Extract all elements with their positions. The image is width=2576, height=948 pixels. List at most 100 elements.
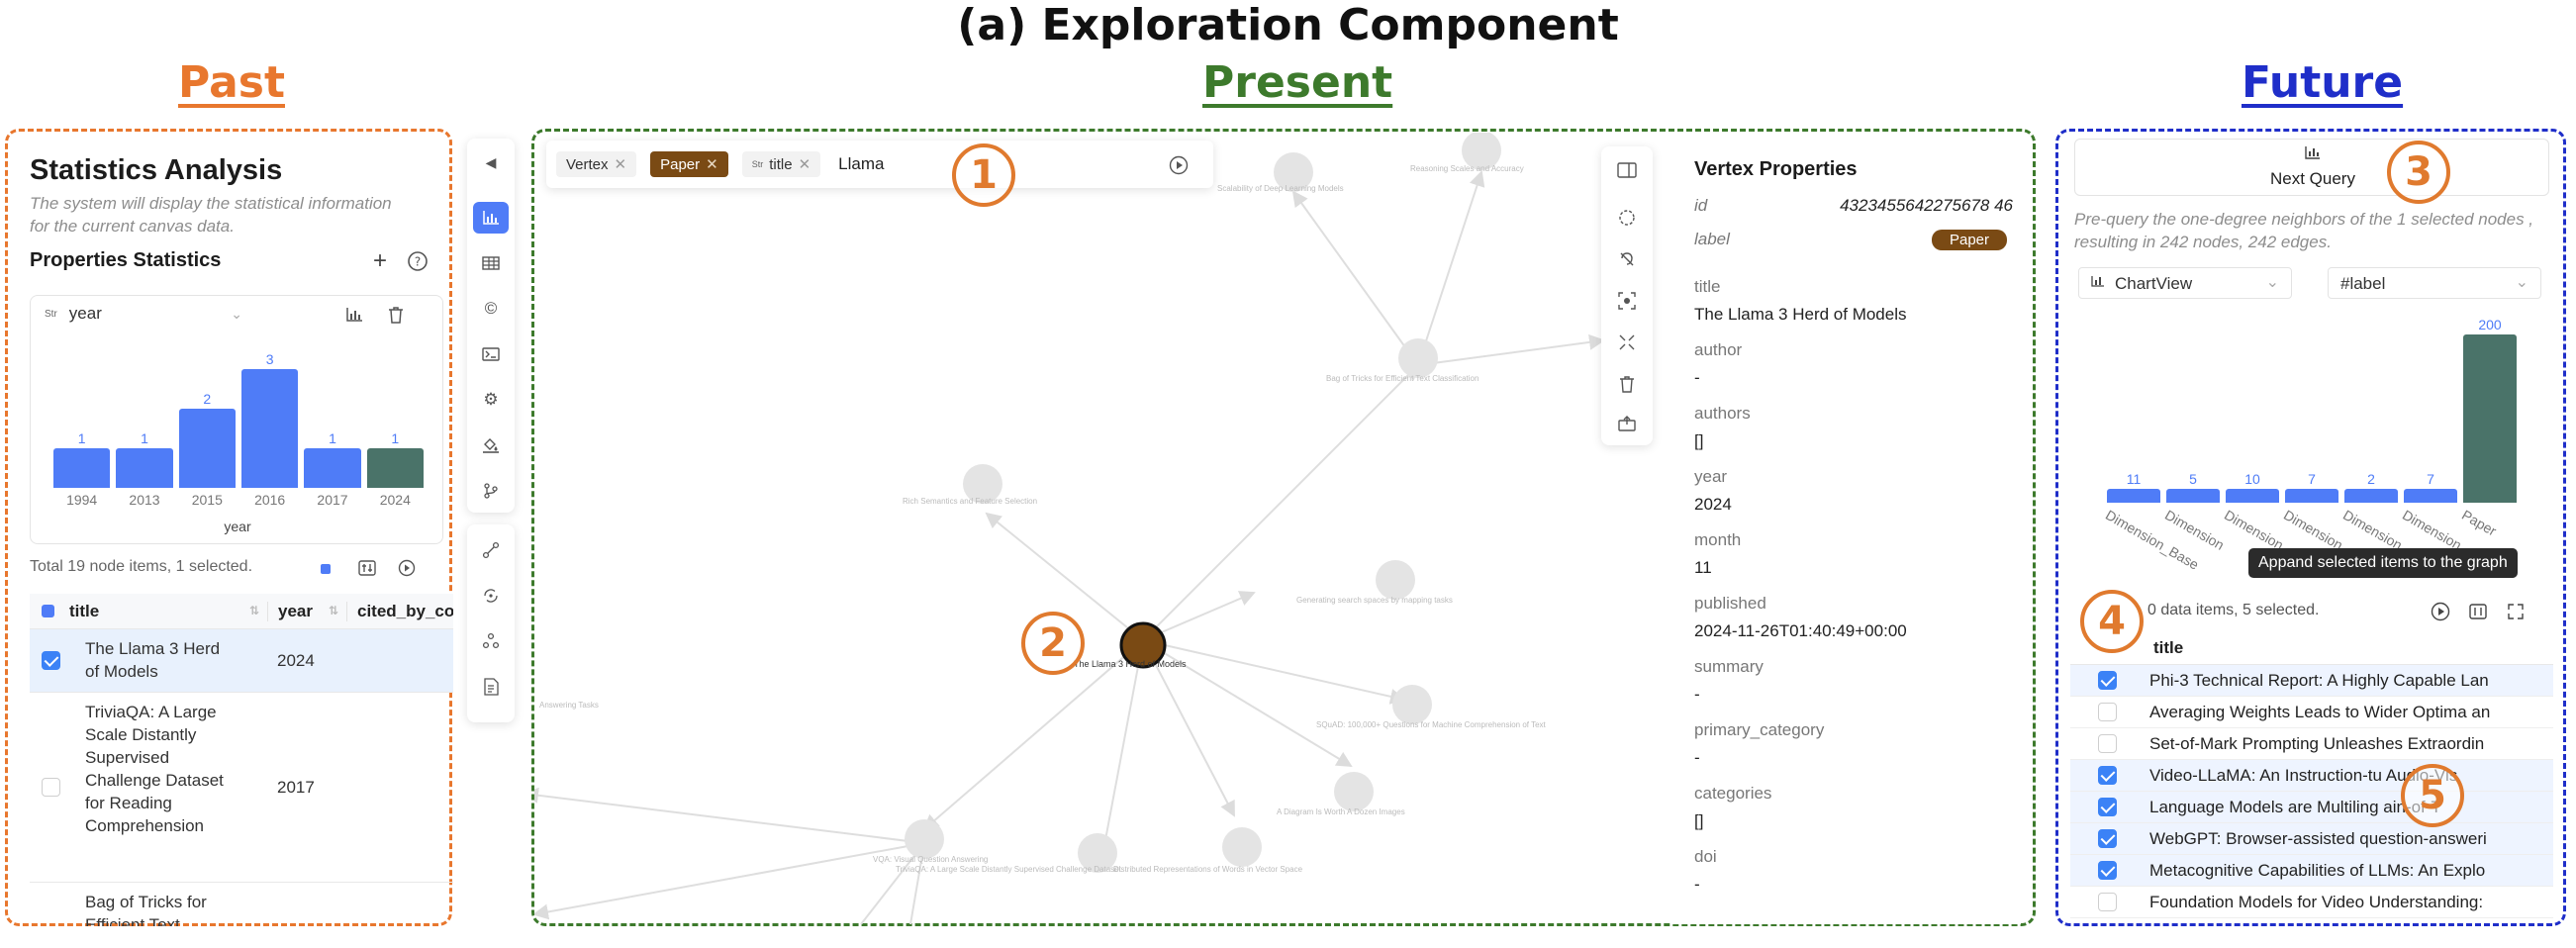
sort-icon[interactable]: ⇅	[329, 604, 338, 617]
table-row[interactable]: Averaging Weights Leads to Wider Optima …	[2070, 697, 2553, 728]
row-checkbox[interactable]	[42, 778, 60, 797]
statistics-view-icon[interactable]	[473, 202, 509, 234]
chart-bar[interactable]	[2107, 489, 2160, 503]
row-checkbox[interactable]	[2098, 829, 2117, 848]
chart-bar[interactable]	[2404, 489, 2457, 503]
edge	[534, 787, 925, 844]
run-query-icon[interactable]	[1166, 152, 1192, 178]
table-row[interactable]: TriviaQA: A Large Scale Distantly Superv…	[30, 693, 453, 883]
column-cited-by-count[interactable]: cited_by_cou	[346, 602, 453, 621]
row-checkbox[interactable]	[2098, 734, 2117, 753]
chart-bar[interactable]	[241, 369, 299, 488]
select-all-checkbox[interactable]	[42, 605, 54, 617]
row-checkbox[interactable]	[2098, 766, 2117, 785]
table-row[interactable]: Set-of-Mark Prompting Unleashes Extraord…	[2070, 728, 2553, 760]
table-row[interactable]: Bag of Tricks for Efficient Text 2016	[30, 883, 453, 926]
chart-bar[interactable]	[116, 448, 173, 488]
field-select[interactable]: Str year ⌄	[45, 304, 252, 324]
chart-bar[interactable]	[53, 448, 111, 488]
append-to-graph-icon[interactable]	[2429, 600, 2452, 623]
row-checkbox[interactable]	[2098, 798, 2117, 816]
chart-bar[interactable]	[2166, 489, 2220, 503]
table-row[interactable]: Metacognitive Capabilities of LLMs: An E…	[2070, 855, 2553, 887]
row-title: Language Models are Multiling ain-of-T	[2149, 798, 2441, 816]
graph-node[interactable]	[1334, 772, 1374, 811]
table-row[interactable]: Video-LLaMA: An Instruction-tu Audio-Vis	[2070, 760, 2553, 792]
query-text-input[interactable]: Llama	[838, 154, 884, 174]
paint-bucket-icon[interactable]	[473, 429, 509, 461]
chart-bar[interactable]	[366, 448, 424, 488]
chart-bar[interactable]	[2344, 489, 2398, 503]
terminal-icon[interactable]	[473, 338, 509, 370]
close-icon[interactable]: ✕	[799, 155, 811, 173]
column-settings-icon[interactable]	[354, 556, 380, 580]
chart-bar[interactable]	[2463, 334, 2517, 503]
row-checkbox[interactable]	[2098, 671, 2117, 690]
chart-bar[interactable]	[304, 448, 361, 488]
focus-icon[interactable]	[1609, 285, 1645, 317]
graph-node[interactable]	[1392, 685, 1432, 724]
table-row[interactable]: Language Models are Multiling ain-of-T	[2070, 792, 2553, 823]
play-icon[interactable]	[394, 556, 420, 580]
table-row[interactable]: WebGPT: Browser-assisted question-answer…	[2070, 823, 2553, 855]
bar-chart-icon[interactable]	[341, 302, 367, 328]
graph-node[interactable]	[1376, 560, 1415, 600]
next-query-button[interactable]: Next Query	[2074, 139, 2549, 196]
query-tag-paper[interactable]: Paper ✕	[650, 151, 728, 177]
graph-node[interactable]	[1398, 338, 1438, 378]
clear-select-icon[interactable]	[1609, 243, 1645, 275]
gear-icon[interactable]: ⚙	[473, 384, 509, 416]
node-label: Rich Semantics and Feature Selection	[903, 497, 1038, 506]
query-tag-vertex[interactable]: Vertex ✕	[556, 151, 637, 177]
collapse-left-icon[interactable]: ◀	[473, 146, 509, 178]
graph-node[interactable]	[1222, 827, 1262, 867]
save-icon[interactable]	[473, 671, 509, 703]
prop-key: categories	[1694, 784, 1772, 803]
export-icon[interactable]	[1609, 408, 1645, 439]
row-checkbox[interactable]	[2098, 703, 2117, 721]
label-select[interactable]: #label ⌄	[2328, 267, 2541, 299]
layout-icon[interactable]	[473, 580, 509, 612]
table-row[interactable]: Foundation Models for Video Understandin…	[2070, 887, 2553, 918]
table-row[interactable]: Phi-3 Technical Report: A Highly Capable…	[2070, 665, 2553, 697]
column-settings-icon[interactable]	[2466, 600, 2490, 623]
panel-toggle-icon[interactable]	[1609, 154, 1645, 186]
expand-icon[interactable]	[2504, 600, 2528, 623]
add-icon[interactable]: +	[366, 247, 394, 275]
table-view-icon[interactable]	[473, 247, 509, 279]
copyright-icon[interactable]: ©	[473, 293, 509, 325]
help-icon[interactable]: ?	[406, 249, 429, 273]
trash-icon[interactable]	[1609, 368, 1645, 400]
path-icon[interactable]	[473, 534, 509, 566]
edge	[1417, 170, 1485, 366]
bar-value-label: 1	[391, 430, 400, 446]
trash-icon[interactable]	[383, 302, 409, 328]
sort-icon[interactable]: ⇅	[249, 604, 259, 617]
chart-view-select[interactable]: ChartView ⌄	[2078, 267, 2292, 299]
close-icon[interactable]: ✕	[615, 155, 627, 173]
year-bar-chart: 1 1 2 3 1 1	[50, 341, 427, 488]
table-row[interactable]: The Llama 3 Herd of Models 2024	[30, 629, 453, 693]
marker-1: 1	[952, 143, 1015, 207]
graph-canvas[interactable]	[534, 133, 1663, 924]
graph-node[interactable]	[905, 819, 944, 859]
prop-value: -	[1694, 748, 1700, 767]
lasso-select-icon[interactable]	[1609, 202, 1645, 234]
fit-view-icon[interactable]	[1609, 327, 1645, 358]
statistics-heading: Statistics Analysis	[30, 154, 283, 186]
row-checkbox[interactable]	[2098, 893, 2117, 911]
row-title: Metacognitive Capabilities of LLMs: An E…	[2149, 861, 2486, 880]
query-tag-title[interactable]: Str title ✕	[741, 151, 821, 177]
close-icon[interactable]: ✕	[706, 155, 718, 173]
branch-icon[interactable]	[473, 475, 509, 507]
column-title[interactable]: title	[2153, 638, 2183, 658]
column-title[interactable]: title	[69, 602, 99, 621]
row-checkbox[interactable]	[2098, 861, 2117, 880]
chart-bar[interactable]	[2285, 489, 2338, 503]
chart-bar[interactable]	[2226, 489, 2279, 503]
row-checkbox[interactable]	[42, 651, 60, 670]
chart-bar[interactable]	[178, 409, 236, 488]
cluster-icon[interactable]	[473, 625, 509, 657]
prop-value: []	[1694, 431, 1704, 450]
column-year[interactable]: year	[267, 602, 313, 621]
